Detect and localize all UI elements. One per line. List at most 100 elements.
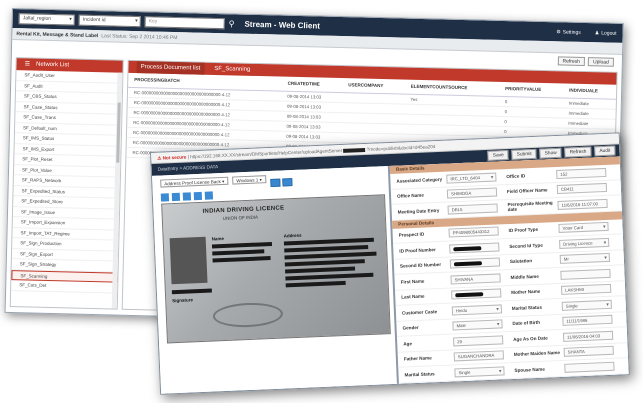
field-input[interactable] bbox=[449, 242, 500, 254]
front-window: ⚠ Not secure | https://192.168.XX.XX/str… bbox=[150, 132, 630, 395]
field-input[interactable]: SHIMOGA bbox=[446, 187, 498, 199]
redaction bbox=[284, 259, 365, 267]
field-input[interactable]: DBL5 bbox=[447, 203, 498, 215]
field-input[interactable]: Driving Licence bbox=[559, 237, 610, 249]
zoom-out-icon[interactable] bbox=[193, 191, 203, 201]
field-input[interactable]: 152 bbox=[556, 167, 607, 179]
submit-button[interactable]: Submit bbox=[511, 148, 537, 160]
field-input[interactable]: 29 bbox=[453, 335, 504, 347]
field-label: Age As On Date bbox=[513, 335, 548, 342]
field-input[interactable]: Voter Card bbox=[558, 222, 609, 234]
card-name-label: Name bbox=[211, 235, 225, 242]
field-input[interactable]: IRC_LTD_6404 bbox=[446, 172, 497, 184]
fit-page-icon[interactable] bbox=[282, 178, 293, 187]
field-label: ID Proof Type bbox=[508, 227, 539, 234]
field-label: Last Name bbox=[401, 293, 425, 300]
warning-icon: ⚠ bbox=[157, 155, 162, 161]
field-label: Marital Status bbox=[511, 304, 543, 311]
field-label: Age bbox=[403, 340, 413, 347]
card-title: INDIAN DRIVING LICENCE bbox=[202, 205, 285, 215]
field-label: Second ID Number bbox=[399, 262, 442, 269]
list-icon: ☰ bbox=[24, 61, 31, 68]
data-entry-form: Basic Details Associated Category IRC_LTD… bbox=[387, 156, 630, 386]
fit-width-icon[interactable] bbox=[270, 178, 281, 187]
field-input[interactable] bbox=[560, 268, 611, 280]
refresh-button[interactable]: Refresh bbox=[557, 55, 586, 66]
column-header[interactable]: PRIORITYVALUE bbox=[498, 81, 564, 98]
window-select[interactable]: Windows 1 ▾ bbox=[232, 175, 266, 185]
field-input[interactable]: Hindu bbox=[451, 304, 503, 316]
search-icon[interactable]: ⚲ bbox=[228, 14, 235, 33]
field-input[interactable]: Mr bbox=[559, 253, 611, 265]
field-input[interactable]: 11/11/1986 bbox=[562, 315, 613, 327]
field-input[interactable]: Single bbox=[561, 299, 612, 311]
field-input[interactable]: PP4098005443312 bbox=[448, 226, 499, 238]
gear-icon: ⚙ bbox=[556, 28, 561, 35]
field-label: First Name bbox=[400, 278, 425, 285]
reset-icon[interactable] bbox=[204, 191, 214, 200]
document-type-select[interactable]: Address Proof License Back ▾ bbox=[160, 176, 229, 188]
field-label: ID Proof Number bbox=[399, 246, 436, 254]
show-button[interactable]: Show bbox=[539, 147, 562, 159]
redaction bbox=[171, 288, 212, 295]
license-image: INDIAN DRIVING LICENCE UNION OF INDIA Na… bbox=[161, 194, 391, 344]
column-header[interactable]: INDIVIDUALE bbox=[562, 83, 617, 99]
field-input[interactable] bbox=[451, 288, 502, 300]
field-input[interactable]: SUGANCHANDRA bbox=[453, 350, 505, 362]
upload-button[interactable]: Upload bbox=[587, 56, 614, 67]
field-label: Prerequisite Meeting date bbox=[507, 200, 553, 213]
field-label: Father Name bbox=[403, 355, 432, 362]
redaction bbox=[285, 280, 346, 288]
field-label: Associated Category bbox=[396, 176, 443, 184]
refresh-button[interactable]: Refresh bbox=[564, 146, 592, 158]
field-input[interactable]: Single bbox=[454, 366, 505, 378]
field-label: Meeting Date Entry bbox=[397, 207, 440, 215]
field-label: Prospect ID bbox=[398, 231, 425, 238]
column-header[interactable]: CREATEDTIME bbox=[281, 76, 343, 93]
field-label: Gender bbox=[402, 325, 419, 331]
incident-select[interactable]: Incident id ▾ bbox=[78, 14, 141, 28]
redaction bbox=[285, 266, 356, 274]
network-list-panel: ☰ Network List SF_Audit_User SF_Audit SF_CB… bbox=[9, 57, 124, 310]
tab-process-document[interactable]: Process Document list bbox=[136, 61, 205, 75]
field-label: Field Officer Name bbox=[506, 187, 548, 195]
field-input[interactable]: Male bbox=[452, 319, 503, 331]
redaction bbox=[284, 244, 369, 253]
card-subtitle: UNION OF INDIA bbox=[222, 214, 259, 222]
field-input[interactable] bbox=[564, 361, 615, 373]
field-input[interactable]: LAKSHMI bbox=[560, 284, 612, 296]
card-photo bbox=[169, 236, 208, 285]
app-title: Stream - Web Client bbox=[244, 19, 321, 31]
field-input[interactable]: SHANTA bbox=[563, 346, 614, 358]
region-select[interactable]: Jaltal_region ▾ bbox=[18, 13, 75, 26]
audit-button[interactable]: Audit bbox=[594, 145, 616, 157]
field-label: Office Name bbox=[396, 192, 424, 199]
redaction bbox=[285, 272, 374, 281]
field-input[interactable]: 11/06/2016 04:03 bbox=[562, 330, 614, 342]
settings-button[interactable]: ⚙ Settings bbox=[556, 29, 581, 36]
zoom-in-icon[interactable] bbox=[182, 192, 192, 201]
field-input[interactable]: 11/6/2016 11:07:00 bbox=[557, 198, 608, 210]
search-input[interactable]: Key bbox=[144, 16, 225, 30]
field-input[interactable]: CB411 bbox=[556, 183, 608, 195]
logout-button[interactable]: ♟ Logout bbox=[595, 30, 617, 37]
column-header[interactable]: USERCOMPANY bbox=[342, 78, 405, 94]
field-label: Middle Name bbox=[510, 273, 539, 280]
card-sign-label: Signature bbox=[172, 297, 194, 304]
field-label: Second Id Type bbox=[509, 242, 543, 249]
rotate-right-icon[interactable] bbox=[171, 192, 181, 202]
user-icon: ♟ bbox=[594, 29, 600, 36]
network-list-item[interactable]: SF_Cuts_Det bbox=[11, 280, 118, 294]
redaction bbox=[212, 249, 265, 256]
field-input[interactable]: SHIVANA bbox=[450, 273, 501, 285]
save-button[interactable]: Save bbox=[487, 149, 509, 161]
field-label: Customer Caste bbox=[401, 308, 438, 316]
field-input[interactable] bbox=[449, 257, 501, 269]
redaction bbox=[212, 256, 271, 263]
card-address-label: Address bbox=[283, 232, 302, 239]
rotate-left-icon[interactable] bbox=[160, 193, 170, 202]
stamp bbox=[212, 301, 284, 329]
field-label: Mother Maiden Name bbox=[513, 350, 561, 358]
redaction bbox=[343, 147, 366, 153]
tab-scanning[interactable]: SF_Scanning bbox=[210, 63, 254, 76]
